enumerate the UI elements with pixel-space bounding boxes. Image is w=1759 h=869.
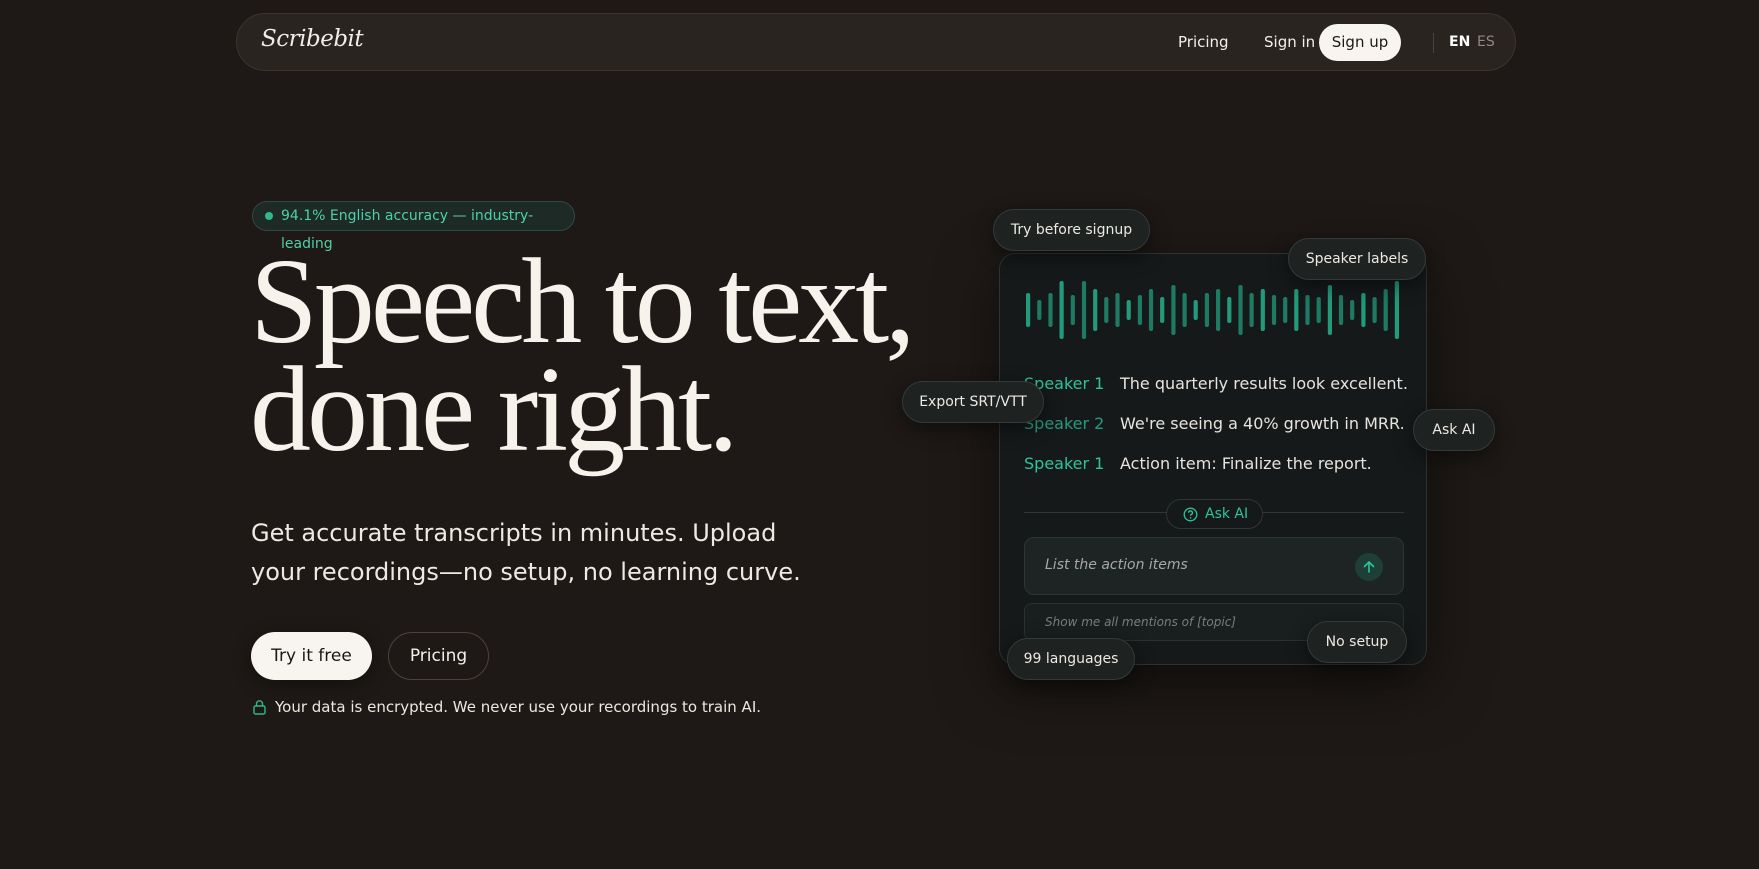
waveform-bar xyxy=(1160,297,1165,323)
waveform-bar xyxy=(1238,285,1243,335)
waveform-bar xyxy=(1081,281,1087,339)
chip-speaker-labels: Speaker labels xyxy=(1288,238,1426,280)
chip-ask-ai: Ask AI xyxy=(1413,409,1495,451)
waveform-bar xyxy=(1294,289,1299,331)
waveform-bar xyxy=(1070,295,1075,325)
logo[interactable]: Scribebit xyxy=(261,26,364,52)
waveform-bar xyxy=(1037,300,1042,320)
waveform-bar xyxy=(1383,289,1388,331)
chip-try-before-signup: Try before signup xyxy=(993,209,1150,251)
waveform-bar xyxy=(1372,297,1377,323)
chip-no-setup: No setup xyxy=(1307,621,1407,663)
hero-subtitle: Get accurate transcripts in minutes. Upl… xyxy=(251,519,801,586)
nav-pricing-link[interactable]: Pricing xyxy=(1178,33,1229,51)
waveform-graphic xyxy=(1026,281,1399,339)
badge-dot-icon xyxy=(265,212,273,220)
waveform-bar xyxy=(1260,289,1265,331)
lang-es-toggle[interactable]: ES xyxy=(1477,34,1495,50)
arrow-up-icon xyxy=(1363,561,1375,573)
waveform-bar xyxy=(1104,297,1109,323)
waveform-bar xyxy=(1137,295,1142,325)
privacy-text: Your data is encrypted. We never use you… xyxy=(275,698,762,716)
waveform-bar xyxy=(1148,289,1154,331)
waveform-bar xyxy=(1048,293,1053,327)
waveform-bar xyxy=(1394,281,1399,339)
waveform-bar xyxy=(1305,295,1310,325)
help-circle-icon xyxy=(1183,507,1198,522)
try-it-free-button[interactable]: Try it free xyxy=(251,632,372,680)
nav-signin-link[interactable]: Sign in xyxy=(1264,33,1315,51)
ask-ai-label: Ask AI xyxy=(1205,506,1249,522)
accuracy-badge: 94.1% English accuracy — industry-leadin… xyxy=(252,201,575,252)
suggestion-text: Show me all mentions of [topic] xyxy=(1045,615,1236,629)
waveform-bar xyxy=(1093,289,1098,331)
waveform-bar xyxy=(1059,281,1064,339)
hero-headline: Speech to text, done right. xyxy=(250,234,916,477)
waveform-bar xyxy=(1193,300,1198,320)
lang-en-toggle[interactable]: EN xyxy=(1449,34,1470,50)
waveform-bar xyxy=(1227,297,1232,323)
ai-query-input[interactable]: List the action items xyxy=(1024,537,1404,595)
headline-line-1: Speech to text, xyxy=(250,234,916,369)
waveform-bar xyxy=(1204,293,1209,327)
query-text: List the action items xyxy=(1045,557,1188,573)
waveform-bar xyxy=(1216,289,1221,331)
waveform-bar xyxy=(1361,293,1366,327)
send-button[interactable] xyxy=(1355,553,1383,581)
chip-99-languages: 99 languages xyxy=(1007,638,1135,680)
waveform-bar xyxy=(1126,300,1131,320)
waveform-bar xyxy=(1115,293,1120,327)
waveform-bar xyxy=(1249,293,1254,327)
waveform-bar xyxy=(1182,293,1187,327)
waveform-bar xyxy=(1316,297,1321,323)
top-nav: Scribebit Pricing Sign in Sign up EN ES xyxy=(236,13,1516,71)
speaker-label: Speaker 1 xyxy=(1024,454,1105,473)
signup-button[interactable]: Sign up xyxy=(1319,24,1401,61)
transcript-text: We're seeing a 40% growth in MRR. xyxy=(1120,414,1405,433)
headline-line-2: done right. xyxy=(250,342,739,477)
waveform-bar xyxy=(1171,285,1176,335)
waveform-bar xyxy=(1338,295,1344,325)
waveform-bar xyxy=(1350,300,1355,320)
privacy-note: Your data is encrypted. We never use you… xyxy=(252,698,761,716)
waveform-bar xyxy=(1327,285,1332,335)
chip-export-srt-vtt: Export SRT/VTT xyxy=(902,381,1044,423)
lock-icon xyxy=(253,700,266,715)
ask-ai-tab[interactable]: Ask AI xyxy=(1166,499,1263,529)
waveform-bar xyxy=(1026,293,1031,327)
transcript-text: Action item: Finalize the report. xyxy=(1120,454,1372,473)
transcript-text: The quarterly results look excellent. xyxy=(1120,374,1408,393)
waveform-bar xyxy=(1283,297,1288,323)
transcript-demo-card: Speaker 1 The quarterly results look exc… xyxy=(999,253,1427,665)
waveform-bar xyxy=(1271,295,1277,325)
pricing-button[interactable]: Pricing xyxy=(388,632,489,680)
nav-divider xyxy=(1433,33,1434,53)
